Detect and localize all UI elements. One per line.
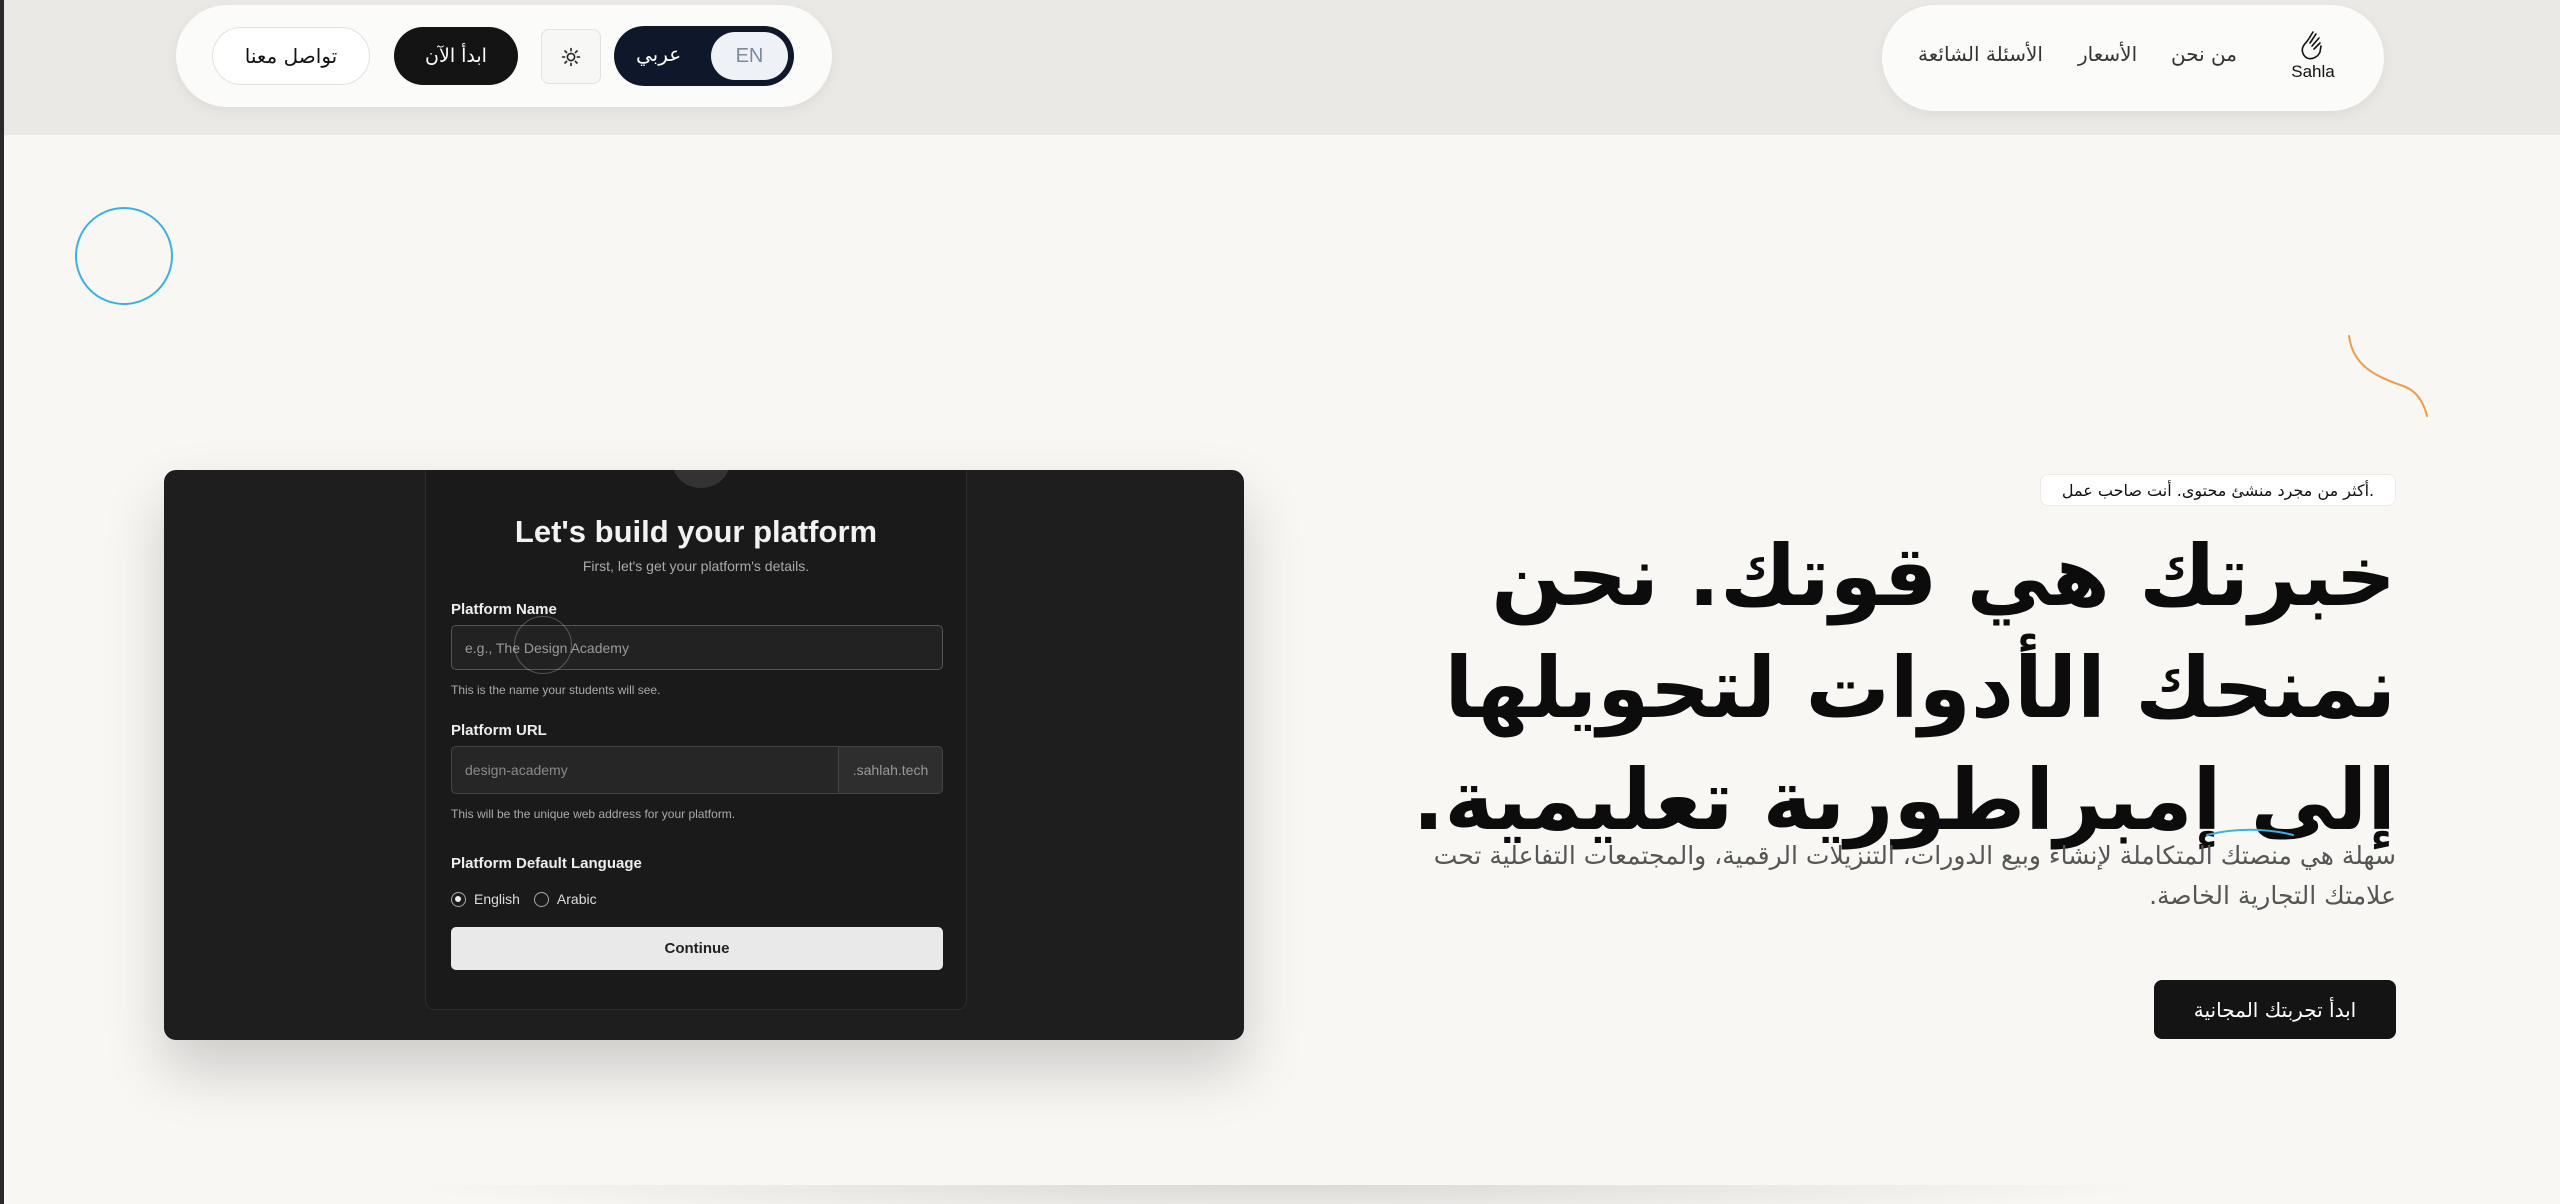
hero-tagline: أكثر من مجرد منشئ محتوى. أنت صاحب عمل.: [2040, 474, 2396, 506]
radio-arabic-label: Arabic: [556, 891, 597, 907]
lang-english-option[interactable]: EN: [711, 32, 788, 80]
hand-logo-icon: [2301, 31, 2322, 60]
continue-button[interactable]: Continue: [451, 927, 943, 970]
cursor-indicator: [514, 616, 572, 674]
start-now-button[interactable]: ابدأ الآن: [394, 27, 518, 85]
platform-url-label: Platform URL: [451, 722, 547, 739]
platform-url-hint: This will be the unique web address for …: [451, 807, 736, 821]
nav-link-faq[interactable]: الأسئلة الشائعة: [1918, 42, 2043, 66]
card-avatar: [673, 470, 729, 488]
window-edge: [0, 0, 4, 1204]
theme-toggle-button[interactable]: [541, 29, 601, 84]
onboarding-title: Let's build your platform: [514, 514, 878, 549]
hero-title: خبرتك هي قوتك. نحن نمنحك الأدوات لتحويله…: [1412, 527, 2397, 849]
contact-button[interactable]: تواصل معنا: [212, 27, 370, 85]
platform-name-hint: This is the name your students will see.: [451, 683, 661, 697]
radio-arabic[interactable]: [533, 891, 549, 907]
logo-text: Sahla: [2291, 62, 2335, 81]
platform-url-suffix: .sahlah.tech: [838, 747, 942, 793]
hero-subtitle: سهلة هي منصتك المتكاملة لإنشاء وبيع الدو…: [1433, 841, 2396, 910]
product-preview: Let's build your platform First, let's g…: [164, 470, 1244, 1040]
nav-link-about[interactable]: من نحن: [2171, 42, 2237, 66]
radio-english[interactable]: [451, 891, 466, 907]
radio-english-label: English: [474, 891, 520, 907]
platform-url-field[interactable]: design-academy .sahlah.tech: [451, 746, 943, 794]
lang-arabic-option[interactable]: عربي: [636, 42, 681, 66]
decorative-circle: [75, 207, 173, 305]
onboarding-subtitle: First, let's get your platform's details…: [582, 558, 810, 574]
nav-link-pricing[interactable]: الأسعار: [2078, 42, 2137, 66]
platform-url-input[interactable]: design-academy: [452, 747, 838, 793]
decorative-curve: [2348, 335, 2428, 417]
sun-icon: [561, 47, 581, 66]
free-trial-button[interactable]: ابدأ تجربتك المجانية: [2154, 980, 2396, 1039]
next-section-shadow: [400, 1185, 2160, 1204]
language-radio-group: English Arabic: [451, 891, 597, 907]
onboarding-card: Let's build your platform First, let's g…: [425, 470, 967, 1010]
logo[interactable]: Sahla: [2285, 28, 2341, 84]
default-language-label: Platform Default Language: [451, 855, 642, 872]
